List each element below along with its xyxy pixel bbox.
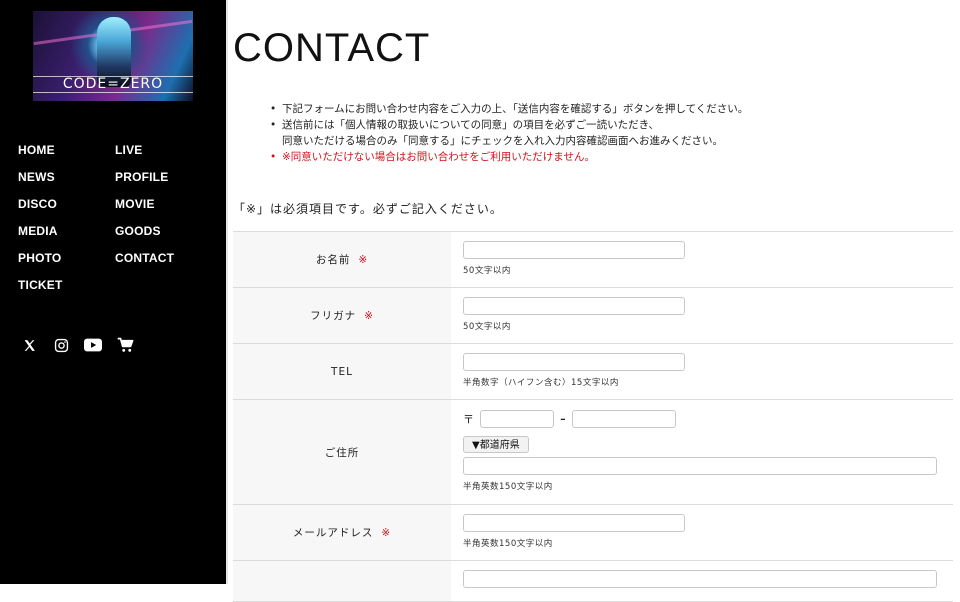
nav-movie[interactable]: MOVIE — [115, 197, 174, 224]
nav-column-1: HOME NEWS DISCO MEDIA PHOTO TICKET — [18, 143, 63, 305]
instagram-icon[interactable] — [52, 337, 70, 353]
zip-second-input[interactable] — [571, 409, 676, 428]
nav-media[interactable]: MEDIA — [18, 224, 63, 251]
label-kana: フリガナ ※ — [233, 288, 451, 343]
nav-live[interactable]: LIVE — [115, 143, 174, 170]
row-email: メールアドレス ※ 半角英数150文字以内 — [233, 505, 953, 561]
zip-group: 〒 - — [463, 409, 953, 428]
youtube-icon[interactable] — [84, 337, 102, 353]
site-logo[interactable]: CODE=ZERO — [33, 11, 193, 101]
nav-news[interactable]: NEWS — [18, 170, 63, 197]
field-address: 〒 - ▼都道府県 半角英数150文字以内 — [451, 400, 953, 504]
row-address: ご住所 〒 - ▼都道府県 半角英数150文字以内 — [233, 400, 953, 505]
label-text: メールアドレス — [292, 527, 374, 539]
kana-input[interactable] — [463, 297, 685, 315]
nav-column-2: LIVE PROFILE MOVIE GOODS CONTACT — [115, 143, 174, 278]
field-next — [451, 561, 953, 601]
label-text: TEL — [331, 365, 353, 378]
sidebar: CODE=ZERO HOME NEWS DISCO MEDIA PHOTO TI… — [0, 0, 228, 584]
address-hint: 半角英数150文字以内 — [463, 482, 553, 492]
row-next — [233, 561, 953, 602]
label-text: お名前 — [315, 254, 351, 266]
email-input[interactable] — [463, 514, 685, 532]
field-email: 半角英数150文字以内 — [451, 505, 953, 560]
tel-input[interactable] — [463, 353, 685, 371]
label-text: フリガナ — [310, 310, 357, 322]
note-line: 送信前には「個人情報の取扱いについての同意」の項目を必ずご一読いただき、 — [282, 119, 659, 131]
field-name: 50文字以内 — [451, 232, 953, 287]
nav-goods[interactable]: GOODS — [115, 224, 174, 251]
label-tel: TEL — [233, 344, 451, 399]
social-links — [20, 337, 134, 353]
nav-contact[interactable]: CONTACT — [115, 251, 174, 278]
label-name: お名前 ※ — [233, 232, 451, 287]
zip-first-input[interactable] — [480, 409, 554, 428]
main-content: CONTACT 下記フォームにお問い合わせ内容をご入力の上、「送信内容を確認する… — [233, 0, 953, 602]
contact-notes: 下記フォームにお問い合わせ内容をご入力の上、「送信内容を確認する」ボタンを押して… — [270, 101, 748, 165]
label-email: メールアドレス ※ — [233, 505, 451, 560]
prefecture-select[interactable]: ▼都道府県 — [463, 436, 529, 453]
note-item: 送信前には「個人情報の取扱いについての同意」の項目を必ずご一読いただき、同意いた… — [270, 117, 748, 149]
tel-hint: 半角数字（ハイフン含む）15文字以内 — [463, 378, 619, 388]
note-line: 同意いただける場合のみ「同意する」にチェックを入れ入力内容確認画面へお進みくださ… — [282, 135, 723, 147]
note-warning: ※同意いただけない場合はお問い合わせをご利用いただけません。 — [270, 149, 748, 165]
label-text: ご住所 — [324, 446, 360, 459]
zip-mark: 〒 — [463, 412, 474, 426]
row-tel: TEL 半角数字（ハイフン含む）15文字以内 — [233, 344, 953, 400]
note-item: 下記フォームにお問い合わせ内容をご入力の上、「送信内容を確認する」ボタンを押して… — [270, 101, 748, 117]
nav-ticket[interactable]: TICKET — [18, 278, 63, 305]
row-kana: フリガナ ※ 50文字以内 — [233, 288, 953, 344]
email-hint: 半角英数150文字以内 — [463, 539, 553, 549]
contact-form: お名前 ※ 50文字以内 フリガナ ※ 50文字以内 TEL 半角数字（ハイフン… — [233, 231, 953, 602]
kana-hint: 50文字以内 — [463, 322, 511, 332]
required-mark: ※ — [358, 253, 369, 266]
label-address: ご住所 — [233, 400, 451, 504]
nav-photo[interactable]: PHOTO — [18, 251, 63, 278]
row-name: お名前 ※ 50文字以内 — [233, 232, 953, 288]
address-input[interactable] — [463, 457, 937, 475]
x-icon[interactable] — [20, 337, 38, 353]
required-mark: ※ — [364, 309, 374, 322]
nav-disco[interactable]: DISCO — [18, 197, 63, 224]
nav-profile[interactable]: PROFILE — [115, 170, 174, 197]
name-hint: 50文字以内 — [463, 266, 511, 276]
required-note: 「※」は必須項目です。必ずご記入ください。 — [233, 202, 503, 216]
field-kana: 50文字以内 — [451, 288, 953, 343]
field-tel: 半角数字（ハイフン含む）15文字以内 — [451, 344, 953, 399]
next-input[interactable] — [463, 570, 937, 588]
cart-icon[interactable] — [116, 337, 134, 353]
page-title: CONTACT — [233, 26, 431, 70]
logo-text: CODE=ZERO — [33, 76, 193, 93]
required-mark: ※ — [381, 526, 392, 539]
nav-home[interactable]: HOME — [18, 143, 63, 170]
label-next — [233, 561, 451, 601]
zip-separator: - — [560, 409, 566, 428]
name-input[interactable] — [463, 241, 685, 259]
